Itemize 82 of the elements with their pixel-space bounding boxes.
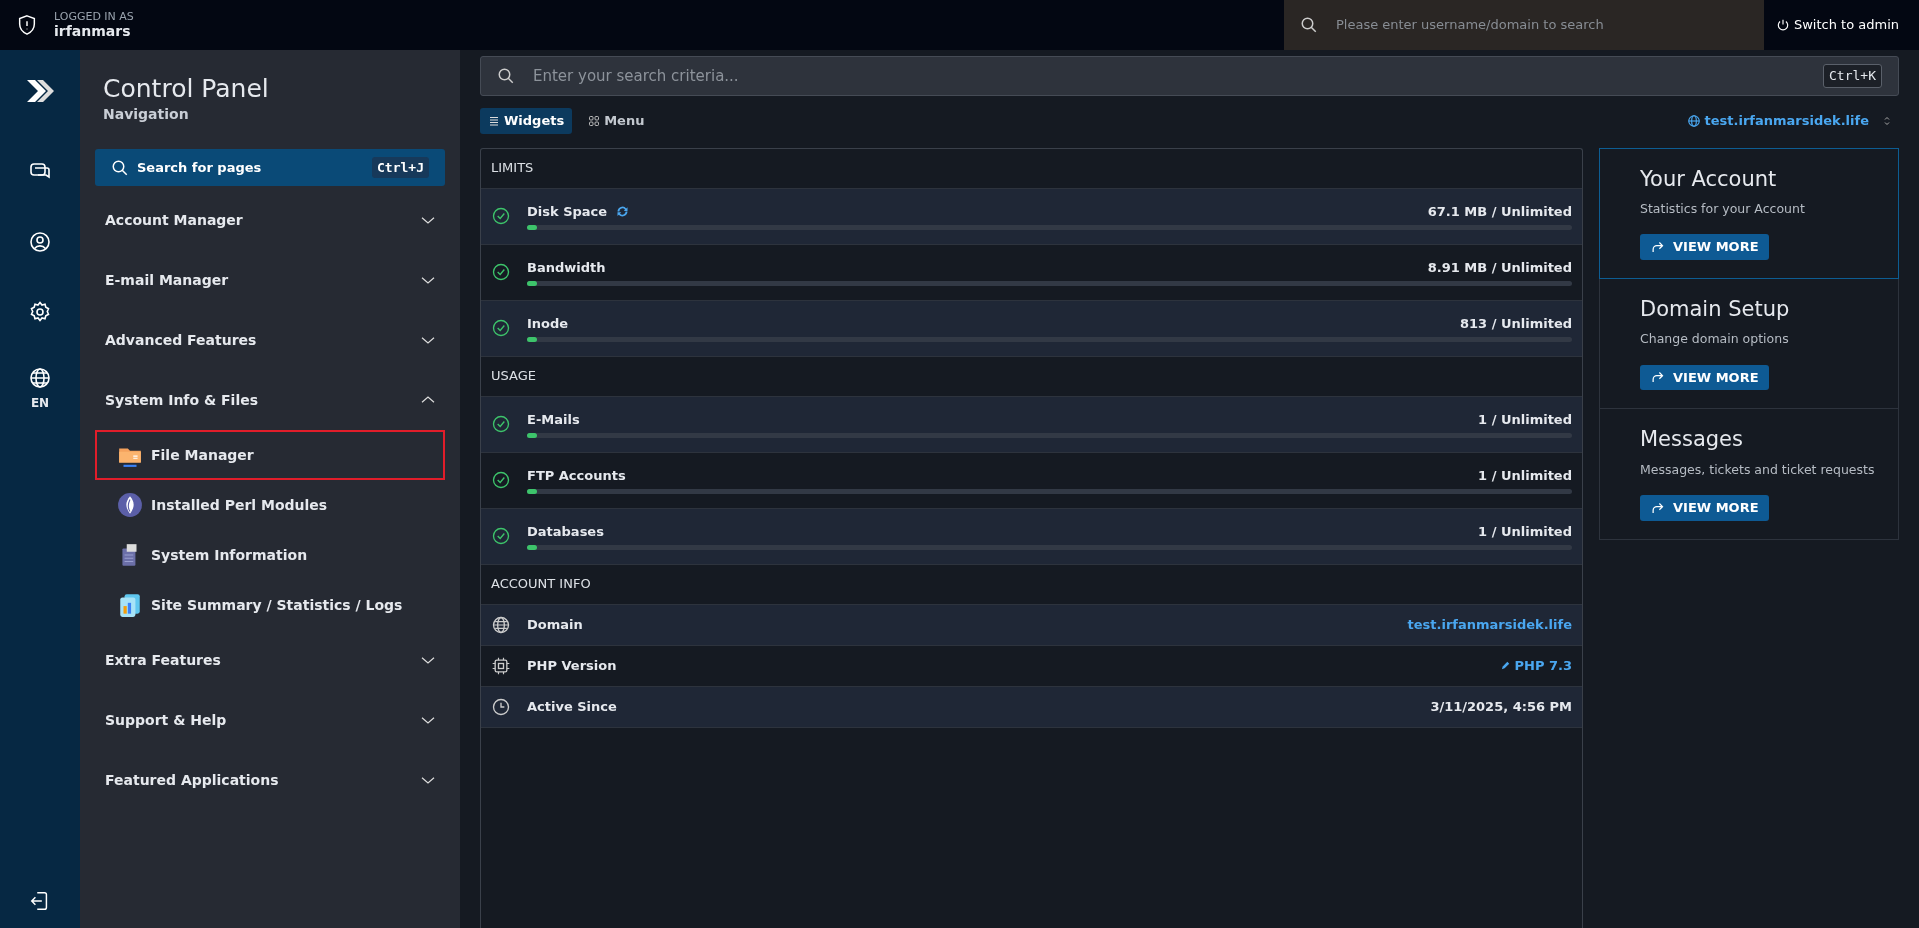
nav-group[interactable]: E-mail Manager: [95, 250, 445, 310]
nav-item[interactable]: Installed Perl Modules: [95, 480, 445, 530]
card-description: Change domain options: [1640, 330, 1790, 349]
nav-item[interactable]: Site Summary / Statistics / Logs: [95, 580, 445, 630]
meter-reading: 1 / Unlimited: [1478, 466, 1572, 485]
meter-label: Disk Space: [527, 202, 608, 221]
nav-item[interactable]: File Manager: [95, 430, 445, 480]
php-version-link[interactable]: PHP 7.3: [1499, 655, 1572, 676]
nav-group[interactable]: Featured Applications: [95, 750, 445, 810]
domain-selector[interactable]: test.irfanmarsidek.life: [1680, 110, 1899, 132]
globe-icon[interactable]: [28, 366, 52, 390]
search-field[interactable]: Enter your search criteria... Ctrl+K: [480, 56, 1899, 96]
user-icon[interactable]: [28, 230, 52, 254]
user-search-input[interactable]: Please enter username/domain to search: [1333, 14, 1694, 36]
check-circle-icon: [491, 526, 511, 546]
info-label: Active Since: [527, 697, 617, 716]
card-description: Messages, tickets and ticket requests: [1640, 460, 1876, 479]
page-search-button[interactable]: Search for pages Ctrl+J: [95, 149, 445, 186]
globe-icon: [1686, 113, 1701, 128]
meter-label: Inode: [527, 314, 569, 333]
search-icon: [497, 67, 515, 85]
shortcut-hint: Ctrl+K: [1823, 64, 1882, 88]
settings-icon[interactable]: [28, 300, 52, 324]
meter-label: Databases: [527, 522, 604, 541]
logged-in-label: LOGGED IN AS: [54, 10, 134, 23]
language-label[interactable]: EN: [30, 394, 50, 412]
share-arrow-icon: [1650, 239, 1665, 255]
info-value: 3/11/2025, 4:56 PM: [1430, 697, 1572, 716]
meter-reading: 8.91 MB / Unlimited: [1427, 258, 1572, 277]
username: irfanmars: [54, 22, 132, 40]
report-chart-icon: [117, 592, 143, 618]
check-circle-icon: [491, 414, 511, 434]
nav-group[interactable]: Support & Help: [95, 690, 445, 750]
view-more-button[interactable]: VIEW MORE: [1640, 364, 1769, 391]
check-circle-icon: [491, 262, 511, 282]
meter-label: E-Mails: [527, 410, 580, 429]
panel-title: Control Panel: [102, 74, 270, 104]
meter-reading: 1 / Unlimited: [1478, 410, 1572, 429]
panel-subtitle: Navigation: [102, 105, 190, 124]
clock-icon: [491, 696, 511, 717]
chip-icon: [491, 655, 511, 676]
shortcut-hint: Ctrl+J: [372, 156, 429, 179]
card-title: Domain Setup: [1640, 296, 1791, 323]
shield-icon: [16, 14, 38, 36]
power-icon: [1775, 18, 1790, 32]
globe-icon: [491, 614, 511, 635]
section-heading: LIMITS: [481, 148, 1582, 189]
search-icon: [1299, 16, 1318, 34]
card-description: Statistics for your Account: [1640, 199, 1806, 218]
user-search-field[interactable]: Please enter username/domain to search: [1283, 0, 1764, 50]
check-circle-icon: [491, 318, 511, 338]
search-icon: [111, 158, 129, 177]
nav-item[interactable]: System Information: [95, 530, 445, 580]
share-arrow-icon: [1650, 500, 1665, 516]
info-label: Domain: [527, 615, 583, 634]
nav-group[interactable]: System Info & Files: [95, 370, 445, 430]
meter-label: FTP Accounts: [527, 466, 626, 485]
view-more-button[interactable]: VIEW MORE: [1640, 234, 1769, 260]
switch-to-admin-button[interactable]: Switch to admin: [1763, 15, 1911, 35]
card-title: Your Account: [1640, 166, 1778, 192]
card-title: Messages: [1640, 427, 1744, 453]
section-heading: ACCOUNT INFO: [481, 564, 1582, 605]
list-icon: [488, 114, 500, 127]
search-input[interactable]: Enter your search criteria...: [531, 63, 1808, 89]
check-circle-icon: [491, 470, 511, 490]
grid-icon: [588, 114, 601, 127]
meter-reading: 67.1 MB / Unlimited: [1427, 202, 1572, 221]
meter-reading: 1 / Unlimited: [1478, 522, 1572, 541]
domain-link[interactable]: test.irfanmarsidek.life: [1407, 614, 1572, 635]
nav-group[interactable]: Extra Features: [95, 630, 445, 690]
check-circle-icon: [491, 206, 511, 226]
section-heading: USAGE: [481, 356, 1582, 397]
meter-reading: 813 / Unlimited: [1460, 314, 1572, 333]
nav-group[interactable]: Account Manager: [95, 190, 445, 250]
view-more-button[interactable]: VIEW MORE: [1640, 495, 1769, 521]
onion-icon: [117, 492, 143, 518]
view-tab[interactable]: Menu: [580, 108, 653, 134]
pencil-icon: [1499, 660, 1511, 671]
view-tab[interactable]: Widgets: [480, 108, 573, 134]
nav-group[interactable]: Advanced Features: [95, 310, 445, 370]
info-label: PHP Version: [527, 656, 617, 675]
meter-label: Bandwidth: [527, 258, 606, 277]
